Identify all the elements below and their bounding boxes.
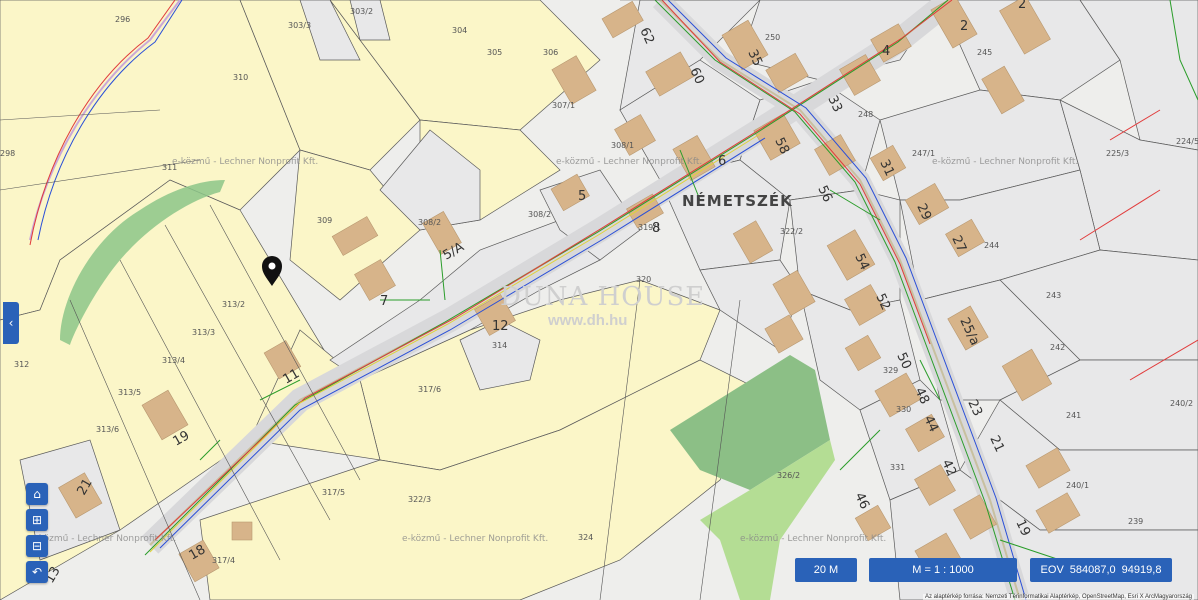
house-number: 7: [380, 294, 388, 309]
parcel-label: 308/2: [528, 210, 551, 219]
brand-watermark-url: www.dh.hu: [548, 312, 628, 329]
parcel-watermark: e-közmű - Lechner Nonprofit Kft.: [740, 534, 886, 544]
parcel-label: 314: [492, 341, 507, 350]
parcel-label: 307/1: [552, 101, 575, 110]
parcel-label: 241: [1066, 411, 1081, 420]
parcel-label: 322/3: [408, 495, 431, 504]
parcel-label: 242: [1050, 343, 1065, 352]
parcel-label: 308/1: [611, 141, 634, 150]
parcel-label: 305: [487, 48, 502, 57]
parcel-label: 324: [578, 533, 593, 542]
parcel-label: 317/5: [322, 488, 345, 497]
parcel-label: 313/6: [96, 425, 119, 434]
parcel-label: 309: [317, 216, 332, 225]
parcel-label: 245: [977, 48, 992, 57]
parcel-watermark: e-közmű - Lechner Nonprofit Kft.: [172, 157, 318, 167]
district-label: NÉMETSZÉK: [682, 191, 793, 210]
parcel-label: 248: [858, 110, 873, 119]
parcel-label: 313/2: [222, 300, 245, 309]
parcel-label: 240/2: [1170, 399, 1193, 408]
map-attribution: Az alaptérkép forrása: Nemzeti Térinform…: [922, 594, 1194, 600]
parcel-label: 296: [115, 15, 130, 24]
chevron-left-icon[interactable]: ‹: [3, 302, 19, 344]
house-number: 2: [960, 19, 968, 34]
house-number: 4: [882, 44, 890, 59]
parcel-label: 303/3: [288, 21, 311, 30]
coords-label: EOV: [1040, 564, 1064, 576]
parcel-label: 225/3: [1106, 149, 1129, 158]
back-icon[interactable]: ↶: [26, 561, 48, 583]
parcel-label: 224/5: [1176, 137, 1198, 146]
parcel-watermark: e-közmű - Lechner Nonprofit Kft.: [30, 534, 176, 544]
parcel-label: 250: [765, 33, 780, 42]
parcel-watermark: e-közmű - Lechner Nonprofit Kft.: [402, 534, 548, 544]
parcel-label: 313/3: [192, 328, 215, 337]
house-number: 8: [652, 221, 660, 236]
parcel-label: 326/2: [777, 471, 800, 480]
parcel-watermark: e-közmű - Lechner Nonprofit Kft.: [556, 157, 702, 167]
parcel-watermark: e-közmű - Lechner Nonprofit Kft.: [932, 157, 1078, 167]
parcel-label: 330: [896, 405, 911, 414]
parcel-label: 317/6: [418, 385, 441, 394]
distance-scale: 20 M: [795, 558, 857, 582]
house-number: 6: [718, 154, 726, 169]
parcel-label: 239: [1128, 517, 1143, 526]
parcel-label: 331: [890, 463, 905, 472]
parcel-label: 304: [452, 26, 467, 35]
parcel-label: 306: [543, 48, 558, 57]
house-number: 2: [1018, 0, 1026, 12]
parcel-label: 313/5: [118, 388, 141, 397]
coords-x: 584087,0: [1069, 564, 1116, 576]
parcel-label: 298: [0, 149, 15, 158]
parcel-label: 313/4: [162, 356, 185, 365]
parcel-label: 312: [14, 360, 29, 369]
parcel-label: 240/1: [1066, 481, 1089, 490]
parcel-label: 303/2: [350, 7, 373, 16]
home-icon[interactable]: ⌂: [26, 483, 48, 505]
coords-y: 94919,8: [1121, 564, 1162, 576]
brand-watermark: DUNA HOUSE: [500, 282, 706, 312]
parcel-label: 317/4: [212, 556, 235, 565]
house-number: 12: [492, 319, 509, 334]
zoom-in-icon[interactable]: ⊞: [26, 509, 48, 531]
parcel-label: 308/2: [418, 218, 441, 227]
zoom-out-icon[interactable]: ⊟: [26, 535, 48, 557]
parcel-label: 310: [233, 73, 248, 82]
parcel-label: 243: [1046, 291, 1061, 300]
map-scale-selector[interactable]: M = 1 : 1000: [869, 558, 1017, 582]
parcel-label: 244: [984, 241, 999, 250]
coordinate-readout: EOV 584087,0 94919,8: [1030, 558, 1172, 582]
parcel-label: 322/2: [780, 227, 803, 236]
parcel-label: 329: [883, 366, 898, 375]
house-number: 5: [578, 189, 586, 204]
